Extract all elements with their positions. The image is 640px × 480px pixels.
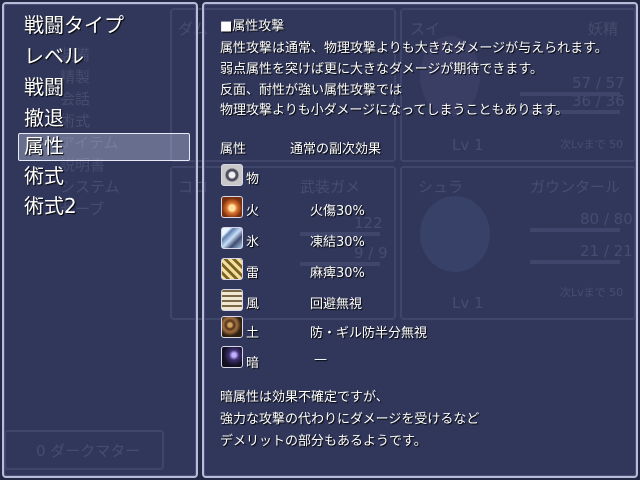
element-effect: 防・ギル防半分無視	[310, 326, 428, 341]
menu-item-level[interactable]: レベル	[24, 41, 84, 71]
thunder-icon	[221, 258, 243, 280]
element-effect: —	[314, 352, 327, 367]
element-effect: 凍結30%	[310, 235, 365, 250]
help-footer-line: 強力な攻撃の代わりにダメージを受けるなど	[220, 412, 480, 427]
element-name: 雷	[246, 266, 260, 281]
menu-item-retreat[interactable]: 撤退	[24, 103, 64, 133]
element-effect: 回避無視	[310, 297, 363, 312]
element-name: 土	[246, 326, 260, 341]
dark-icon	[221, 346, 243, 368]
menu-item-attribute[interactable]: 属性	[24, 131, 64, 161]
fire-icon	[221, 196, 243, 218]
element-effect: 火傷30%	[310, 204, 365, 219]
help-intro-line: 物理攻撃よりも小ダメージになってしまうこともあります。	[220, 103, 569, 118]
element-name: 風	[246, 297, 260, 312]
menu-item-spell-2[interactable]: 術式2	[24, 191, 77, 221]
ice-icon	[221, 227, 243, 249]
help-intro-line: 反面、耐性が強い属性攻撃では	[220, 83, 403, 98]
help-intro-line: 弱点属性を突けば更に大きなダメージが期待できます。	[220, 62, 544, 77]
table-header-effect: 通常の副次効果	[290, 142, 382, 157]
help-window: ■属性攻撃 属性攻撃は通常、物理攻撃よりも大きなダメージが与えられます。 弱点属…	[202, 2, 638, 478]
element-name: 火	[246, 204, 260, 219]
element-name: 物	[246, 172, 260, 187]
element-name: 氷	[246, 235, 260, 250]
earth-icon	[221, 316, 243, 338]
help-footer-line: 暗属性は効果不確定ですが、	[220, 390, 389, 405]
element-effect: 麻痺30%	[310, 266, 365, 281]
status-menu-window: 戦闘タイプ レベル 戦闘 撤退 属性 術式 術式2	[2, 2, 198, 478]
menu-item-spell[interactable]: 術式	[24, 161, 64, 191]
element-name: 暗	[246, 356, 260, 371]
table-header-element: 属性	[220, 142, 247, 157]
help-footer-line: デメリットの部分もあるようです。	[220, 434, 427, 449]
menu-item-battle-type[interactable]: 戦闘タイプ	[24, 10, 124, 40]
help-heading: ■属性攻撃	[220, 19, 285, 34]
wind-icon	[221, 289, 243, 311]
menu-item-battle[interactable]: 戦闘	[24, 72, 64, 102]
help-intro-line: 属性攻撃は通常、物理攻撃よりも大きなダメージが与えられます。	[220, 41, 608, 56]
physical-icon	[221, 164, 243, 186]
